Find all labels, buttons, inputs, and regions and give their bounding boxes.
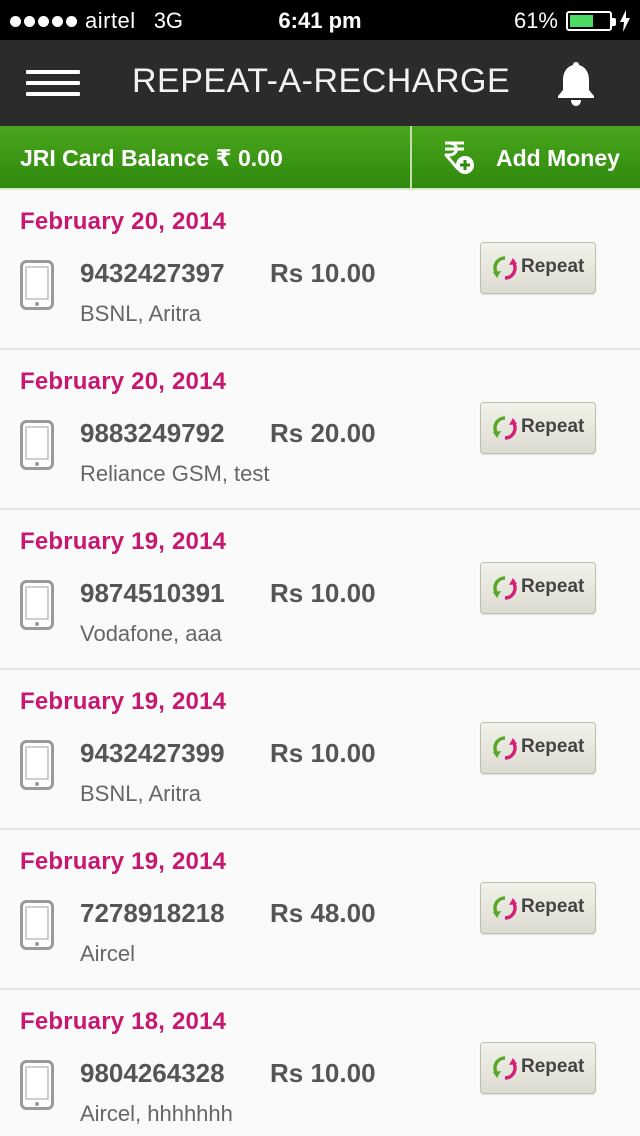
mobile-phone-icon [20, 260, 54, 310]
refresh-icon [493, 736, 517, 760]
repeat-label: Repeat [521, 256, 585, 277]
recharge-amount: Rs 10.00 [270, 578, 376, 608]
operator-name: Reliance GSM, test [80, 461, 270, 486]
charging-bolt-icon [620, 10, 630, 32]
recharge-date: February 18, 2014 [20, 1008, 227, 1035]
operator-name: BSNL, Aritra [80, 781, 202, 806]
status-right: 61% [514, 8, 630, 34]
add-money-label: Add Money [496, 145, 620, 171]
repeat-label: Repeat [521, 896, 585, 917]
repeat-label: Repeat [521, 576, 585, 597]
operator-name: BSNL, Aritra [80, 301, 202, 326]
mobile-number: 9874510391 [80, 578, 225, 608]
repeat-button[interactable]: Repeat [480, 722, 596, 774]
recharge-date: February 19, 2014 [20, 848, 227, 875]
recharge-list-item: February 19, 2014 7278918218 Rs 48.00 Ai… [0, 830, 640, 990]
rupee-add-icon [444, 141, 474, 174]
battery-percent: 61% [513, 8, 558, 33]
recharge-date: February 19, 2014 [20, 528, 227, 555]
refresh-icon [493, 896, 517, 920]
operator-name: Aircel, hhhhhhh [80, 1101, 233, 1126]
repeat-label: Repeat [521, 416, 585, 437]
repeat-button[interactable]: Repeat [480, 242, 596, 294]
operator-name: Vodafone, aaa [80, 621, 222, 646]
recharge-list-item: February 18, 2014 9804264328 Rs 10.00 Ai… [0, 990, 640, 1136]
recharge-list-item: February 20, 2014 9883249792 Rs 20.00 Re… [0, 350, 640, 510]
recharge-date: February 20, 2014 [20, 368, 227, 395]
repeat-button[interactable]: Repeat [480, 1042, 596, 1094]
recharge-list-item: February 19, 2014 9432427399 Rs 10.00 BS… [0, 670, 640, 830]
refresh-icon [493, 256, 517, 280]
bell-icon[interactable] [552, 58, 600, 108]
mobile-number: 9804264328 [80, 1058, 225, 1088]
mobile-number: 7278918218 [80, 898, 225, 928]
card-balance: JRI Card Balance ₹ 0.00 [20, 145, 283, 171]
hamburger-menu-icon[interactable] [26, 70, 80, 98]
refresh-icon [493, 416, 517, 440]
recharge-list-item: February 19, 2014 9874510391 Rs 10.00 Vo… [0, 510, 640, 670]
repeat-button[interactable]: Repeat [480, 882, 596, 934]
repeat-button[interactable]: Repeat [480, 402, 596, 454]
app-header: REPEAT-A-RECHARGE [0, 40, 640, 126]
status-bar: airtel 3G 6:41 pm 61% [0, 0, 640, 40]
mobile-number: 9883249792 [80, 418, 225, 448]
recharge-amount: Rs 10.00 [270, 258, 376, 288]
recharge-amount: Rs 10.00 [270, 738, 376, 768]
repeat-button[interactable]: Repeat [480, 562, 596, 614]
recharge-history-list: February 20, 2014 9432427397 Rs 10.00 BS… [0, 190, 640, 1136]
mobile-number: 9432427399 [80, 738, 225, 768]
mobile-phone-icon [20, 420, 54, 470]
mobile-phone-icon [20, 740, 54, 790]
balance-bar: JRI Card Balance ₹ 0.00 Add Money [0, 126, 640, 190]
recharge-date: February 20, 2014 [20, 208, 227, 235]
recharge-amount: Rs 20.00 [270, 418, 376, 448]
refresh-icon [493, 1056, 517, 1080]
mobile-phone-icon [20, 580, 54, 630]
operator-name: Aircel [80, 941, 136, 966]
recharge-amount: Rs 48.00 [270, 898, 376, 928]
battery-icon [566, 11, 616, 31]
recharge-list-item: February 20, 2014 9432427397 Rs 10.00 BS… [0, 190, 640, 350]
add-money-button[interactable]: Add Money [412, 126, 640, 188]
mobile-number: 9432427397 [80, 258, 225, 288]
refresh-icon [493, 576, 517, 600]
recharge-date: February 19, 2014 [20, 688, 227, 715]
mobile-phone-icon [20, 900, 54, 950]
recharge-amount: Rs 10.00 [270, 1058, 376, 1088]
repeat-label: Repeat [521, 1056, 585, 1077]
repeat-label: Repeat [521, 736, 585, 757]
page-title: REPEAT-A-RECHARGE [132, 62, 511, 100]
mobile-phone-icon [20, 1060, 54, 1110]
